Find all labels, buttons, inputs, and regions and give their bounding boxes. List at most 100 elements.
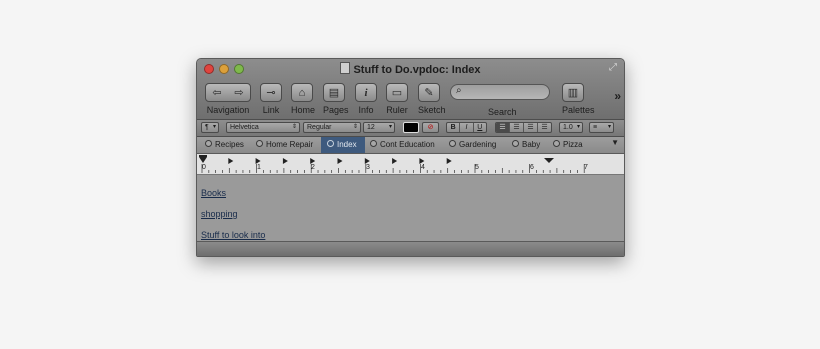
sketch-button[interactable]: ✎ [418,83,440,102]
tab-label: Baby [522,140,541,149]
ruler-ticks [199,155,585,173]
home-label: Home [291,105,316,115]
pages-tool[interactable]: ▤ Pages [323,83,349,115]
palettes-tool[interactable]: ▥ Palettes [562,83,595,115]
home-button[interactable]: ⌂ [291,83,313,102]
tabs-menu-arrow-icon[interactable]: ▼ [611,138,619,147]
bottom-bar [197,241,624,256]
tab-gardening[interactable]: Gardening [443,137,496,153]
tab-baby[interactable]: Baby [506,137,540,153]
popup-arrow-icon: ⇕ [291,124,297,130]
ruler[interactable]: 0 1 2 3 4 5 6 7 [197,154,624,175]
info-tool[interactable]: i Info [355,83,377,115]
document-content[interactable]: Books shopping Stuff to look into [197,175,624,241]
page-tabs-bar: Recipes Home Repair Index Cont Education… [197,137,624,154]
back-arrow-icon[interactable]: ⇦ [212,86,221,99]
tab-label: Home Repair [266,140,314,149]
search-input[interactable] [467,86,545,98]
ruler-tool[interactable]: ▭ Ruler [386,83,408,115]
toolbar-overflow-button[interactable]: » [614,89,621,103]
info-label: Info [358,105,374,115]
link-label: Link [262,105,280,115]
navigation-label: Navigation [206,105,250,115]
text-style-control: B I U [446,122,487,133]
align-center-icon[interactable]: ☰ [510,123,524,132]
popup-arrow-icon: ▾ [212,124,216,130]
link-shopping[interactable]: shopping [201,209,238,219]
popup-arrow-icon: ⇕ [352,124,358,130]
text-color-well[interactable] [403,122,419,133]
brush-icon: ✎ [424,87,434,99]
forward-arrow-icon[interactable]: ⇨ [234,86,243,99]
align-right-icon[interactable]: ☰ [524,123,538,132]
format-bar: ¶ ▾ Helvetica ⇕ Regular ⇕ 12 ▾ ⊘ B I U ☰… [197,120,624,137]
popup-arrow-icon: ▾ [388,124,392,130]
ruler-number: 5 [475,164,479,171]
search-icon: ⌕ [456,85,462,96]
line-spacing-popup[interactable]: 1.0 ▾ [559,122,583,133]
fullscreen-icon[interactable]: ⤢ [609,63,619,73]
font-style-value: Regular [307,124,332,131]
italic-button[interactable]: I [460,123,474,132]
palettes-label: Palettes [562,105,595,115]
tab-pizza[interactable]: Pizza [547,137,583,153]
sketch-tool[interactable]: ✎ Sketch [418,83,446,115]
tab-bullet-icon [256,140,263,147]
font-family-popup[interactable]: Helvetica ⇕ [226,122,300,133]
app-window: Stuff to Do.vpdoc: Index ⤢ ⇦ ⇨ Navigatio… [196,58,625,257]
font-style-popup[interactable]: Regular ⇕ [303,122,361,133]
tab-label: Cont Education [380,140,435,149]
document-icon [340,62,351,74]
link-icon: ⊸ [266,87,276,99]
ruler-number: 3 [366,164,370,171]
ruler-label: Ruler [386,105,408,115]
ruler-number: 1 [257,164,261,171]
line-spacing-value: 1.0 [563,124,573,131]
tab-recipes[interactable]: Recipes [199,137,244,153]
underline-button[interactable]: U [474,123,486,132]
font-size-value: 12 [367,124,375,131]
link-stuff-to-look-into[interactable]: Stuff to look into [201,230,265,240]
paragraph-style-popup[interactable]: ¶ ▾ [201,122,219,133]
navigation-buttons: ⇦ ⇨ [205,83,251,102]
link-tool[interactable]: ⊸ Link [260,83,282,115]
align-justify-icon[interactable]: ☰ [538,123,551,132]
sketch-label: Sketch [418,105,446,115]
home-icon: ⌂ [298,86,306,99]
ruler-button[interactable]: ▭ [386,83,408,102]
ruler-number: 7 [584,164,588,171]
align-left-icon[interactable]: ☰ [496,123,510,132]
tab-bullet-icon [553,140,560,147]
popup-arrow-icon: ▾ [576,124,580,130]
search-field[interactable]: ⌕ [450,84,550,100]
tab-index[interactable]: Index [321,137,365,153]
search-label: Search [488,107,517,117]
navigation-tool: ⇦ ⇨ Navigation [205,83,251,115]
home-tool[interactable]: ⌂ Home [291,83,316,115]
popup-arrow-icon: ▾ [607,124,611,130]
tab-bullet-icon [205,140,212,147]
list-style-popup[interactable]: ≡ ▾ [589,122,614,133]
link-button[interactable]: ⊸ [260,83,282,102]
tab-label: Recipes [215,140,244,149]
link-books[interactable]: Books [201,188,226,198]
no-color-icon: ⊘ [427,124,434,131]
tab-bullet-icon [512,140,519,147]
info-icon: i [364,86,368,99]
pages-button[interactable]: ▤ [323,83,345,102]
window-title-bar: Stuff to Do.vpdoc: Index [197,62,624,76]
font-size-combo[interactable]: 12 ▾ [363,122,395,133]
bold-button[interactable]: B [447,123,461,132]
ruler-number: 4 [421,164,425,171]
tab-label: Gardening [459,140,497,149]
clear-color-button[interactable]: ⊘ [422,122,439,133]
tab-label: Pizza [563,140,583,149]
palettes-button[interactable]: ▥ [562,83,584,102]
font-family-value: Helvetica [230,124,259,131]
list-style-value: ≡ [593,124,598,131]
ruler-icon: ▭ [391,87,403,99]
tab-home-repair[interactable]: Home Repair [250,137,313,153]
tab-cont-education[interactable]: Cont Education [364,137,435,153]
pages-label: Pages [323,105,349,115]
info-button[interactable]: i [355,83,377,102]
